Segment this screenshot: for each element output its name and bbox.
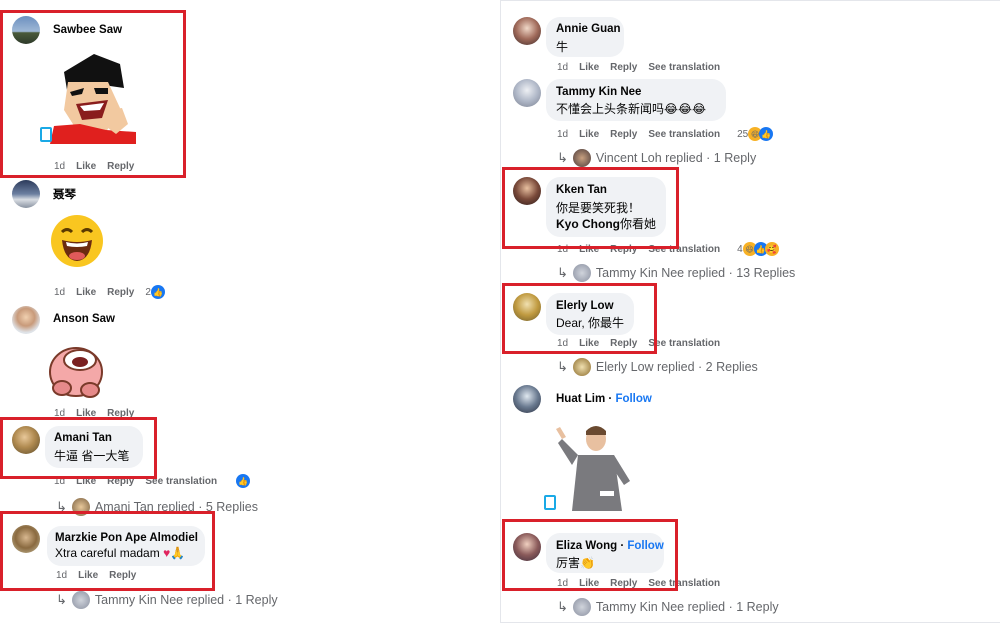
avatar[interactable] [513,79,541,107]
comment-time[interactable]: 1d [54,287,65,298]
like-reaction-icon: 👍 [759,127,774,141]
replies-summary: Tammy Kin Nee replied · 13 Replies [595,266,796,280]
view-replies-link[interactable]: ↳ Tammy Kin Nee replied · 13 Replies [557,264,795,282]
replies-summary: Elerly Low replied · 2 Replies [595,360,758,374]
see-translation-link[interactable]: See translation [648,129,720,140]
commenter-name[interactable]: Anson Saw [53,313,115,325]
comment-text: 牛 [556,40,569,54]
reply-button[interactable]: Reply [610,129,637,140]
avatar[interactable] [12,180,40,208]
avatar [572,149,591,167]
comment-actions: 1d Like Reply 2 👍 [54,285,165,299]
commenter-name: Huat Lim · Follow [556,393,652,405]
see-translation-link[interactable]: See translation [648,62,720,73]
reaction-count[interactable]: 2 👍 [145,285,165,299]
reaction-count[interactable]: 4 😆 👍 🥰 [737,242,779,256]
avatar [71,591,90,609]
laughing-emoji-sticker [51,215,103,267]
reply-button[interactable]: Reply [107,287,134,298]
avatar [572,358,591,376]
reply-arrow-icon: ↳ [557,150,568,165]
avatar[interactable] [513,17,541,45]
reply-arrow-icon: ↳ [557,359,568,374]
reply-button[interactable]: Reply [610,62,637,73]
reaction-number: 4 [737,243,743,255]
like-reaction-icon[interactable]: 👍 [236,474,251,488]
like-button[interactable]: Like [579,62,599,73]
like-button[interactable]: Like [579,129,599,140]
commenter-name[interactable]: Tammy Kin Nee [556,86,641,98]
commenter-name-link[interactable]: Huat Lim [556,393,605,405]
reply-arrow-icon: ↳ [557,265,568,280]
reaction-number: 25 [737,128,749,140]
view-replies-link[interactable]: ↳ Elerly Low replied · 2 Replies [557,358,758,376]
avatar[interactable] [12,306,40,334]
view-replies-link[interactable]: ↳ Tammy Kin Nee replied · 1 Reply [56,591,278,609]
see-translation-link[interactable]: See translation [648,338,720,349]
highlight-box [0,10,186,178]
replies-summary: Tammy Kin Nee replied · 1 Reply [94,593,278,607]
comment-text-emoji: 😂😂😂 [664,102,707,116]
commenter-name[interactable]: 聂琴 [53,186,76,202]
pink-character-sticker [49,347,103,398]
view-replies-link[interactable]: ↳ Vincent Loh replied · 1 Reply [557,149,756,167]
highlight-box [0,417,157,479]
view-replies-link[interactable]: ↳ Tammy Kin Nee replied · 1 Reply [557,598,779,616]
sticker-file-icon [544,495,556,510]
reply-arrow-icon: ↳ [56,592,67,607]
avatar [572,264,591,282]
reply-arrow-icon: ↳ [557,599,568,614]
reaction-count[interactable]: 25 😆 👍 [737,127,774,141]
right-comment-panel: Annie Guan 牛 1d Like Reply See translati… [500,0,1000,623]
comment-text-body: 不懂会上头条新闻吗 [556,102,665,116]
avatar[interactable] [513,385,541,413]
comment-actions: 1d Like Reply See translation [557,62,720,73]
care-reaction-icon: 🥰 [764,242,779,256]
comment-time[interactable]: 1d [557,129,568,140]
comment-text: 不懂会上头条新闻吗😂😂😂 [556,100,706,117]
left-comment-panel: Sawbee Saw 1d Like Reply 聂琴 1d Like Repl… [0,0,490,623]
comment-actions: 1d Like Reply See translation 25 😆 👍 [557,127,774,141]
highlight-box [502,283,657,354]
follow-button[interactable]: Follow [615,393,651,405]
highlight-box [0,511,215,591]
highlight-box [502,519,678,591]
replies-summary: Tammy Kin Nee replied · 1 Reply [595,600,779,614]
highlight-box [502,167,679,249]
avatar [572,598,591,616]
comment-time[interactable]: 1d [557,62,568,73]
like-reaction-icon: 👍 [150,285,165,299]
man-pointing-gif [556,421,638,511]
like-button[interactable]: Like [76,287,96,298]
replies-summary: Vincent Loh replied · 1 Reply [595,151,757,165]
commenter-name[interactable]: Annie Guan [556,23,621,35]
